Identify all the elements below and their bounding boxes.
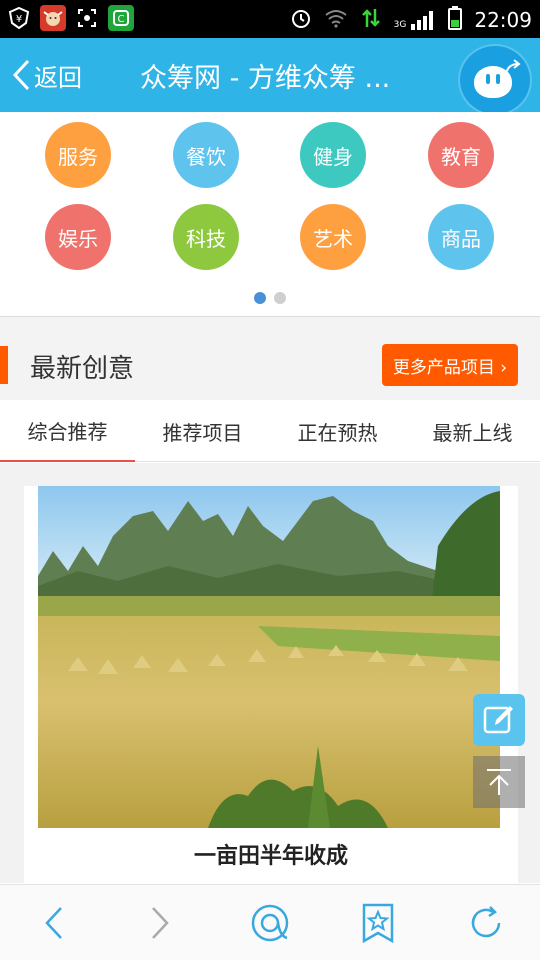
category-grid: 服务 餐饮 健身 教育 娱乐 科技 艺术 商品 <box>0 112 540 316</box>
bookmark-button[interactable] <box>354 899 402 947</box>
status-right-icons: 3G 22:09 <box>290 6 532 34</box>
category-service[interactable]: 服务 <box>45 122 111 188</box>
chevron-left-icon <box>12 59 30 91</box>
svg-text:¥: ¥ <box>16 14 22 25</box>
page-title: 众筹网 - 方维众筹 ... <box>140 63 391 94</box>
status-time: 22:09 <box>474 8 532 32</box>
tab-recommended-projects[interactable]: 推荐项目 <box>135 400 270 462</box>
landscape-image <box>38 486 500 828</box>
section-header: 最新创意 更多产品项目 › <box>0 330 540 400</box>
category-goods[interactable]: 商品 <box>428 204 494 270</box>
project-photo[interactable] <box>38 486 500 828</box>
page-indicator <box>0 292 540 304</box>
refresh-button[interactable] <box>462 899 510 947</box>
edit-button[interactable] <box>473 694 525 746</box>
page-dot-active[interactable] <box>254 292 266 304</box>
status-bar: ¥ C 3G 22:09 <box>0 0 540 38</box>
more-projects-button[interactable]: 更多产品项目 › <box>382 344 518 386</box>
project-title: 一亩田半年收成 <box>193 844 348 869</box>
tab-preheating[interactable]: 正在预热 <box>270 400 405 462</box>
category-dining[interactable]: 餐饮 <box>173 122 239 188</box>
back-button[interactable]: 返回 <box>10 56 82 94</box>
chevron-right-icon <box>152 907 169 939</box>
bookmark-star-icon <box>362 903 394 943</box>
browser-home-icon <box>251 904 289 942</box>
nav-bar: 返回 众筹网 - 方维众筹 ... <box>0 38 540 114</box>
share-arrow-icon <box>505 59 521 75</box>
chevron-left-icon <box>45 907 62 939</box>
arrow-up-icon <box>487 769 511 795</box>
tab-bar: 综合推荐 推荐项目 正在预热 最新上线 <box>0 400 540 462</box>
bull-app-icon <box>40 5 66 31</box>
wifi-icon <box>324 8 348 32</box>
page-dot[interactable] <box>274 292 286 304</box>
category-education[interactable]: 教育 <box>428 122 494 188</box>
browser-back-button[interactable] <box>30 899 78 947</box>
browser-forward-button[interactable] <box>136 899 184 947</box>
refresh-icon <box>471 906 501 938</box>
assistant-bot-button[interactable] <box>460 46 530 114</box>
bottom-toolbar <box>0 884 540 960</box>
svg-text:C: C <box>118 14 125 25</box>
project-card[interactable]: 一亩田半年收成 <box>24 486 518 884</box>
screenshot-icon <box>74 5 100 31</box>
alarm-icon <box>290 7 312 33</box>
tab-overall-recommend[interactable]: 综合推荐 <box>0 400 135 462</box>
yen-shield-icon: ¥ <box>6 5 32 31</box>
tab-newest-online[interactable]: 最新上线 <box>405 400 540 462</box>
category-entertainment[interactable]: 娱乐 <box>45 204 111 270</box>
back-label: 返回 <box>34 63 82 92</box>
category-technology[interactable]: 科技 <box>173 204 239 270</box>
data-arrows-icon <box>360 7 382 33</box>
divider-gap <box>0 317 540 330</box>
battery-icon <box>448 6 463 34</box>
network-type-label: 3G <box>393 20 407 30</box>
category-art[interactable]: 艺术 <box>300 204 366 270</box>
green-app-icon: C <box>108 5 134 31</box>
pencil-icon <box>483 706 513 734</box>
category-fitness[interactable]: 健身 <box>300 122 366 188</box>
home-button[interactable] <box>246 899 294 947</box>
section-accent-bar <box>0 346 8 384</box>
status-left-icons: ¥ C <box>6 5 134 31</box>
back-to-top-button[interactable] <box>473 756 525 808</box>
signal-icon: 3G <box>394 10 437 30</box>
section-title: 最新创意 <box>30 354 135 384</box>
